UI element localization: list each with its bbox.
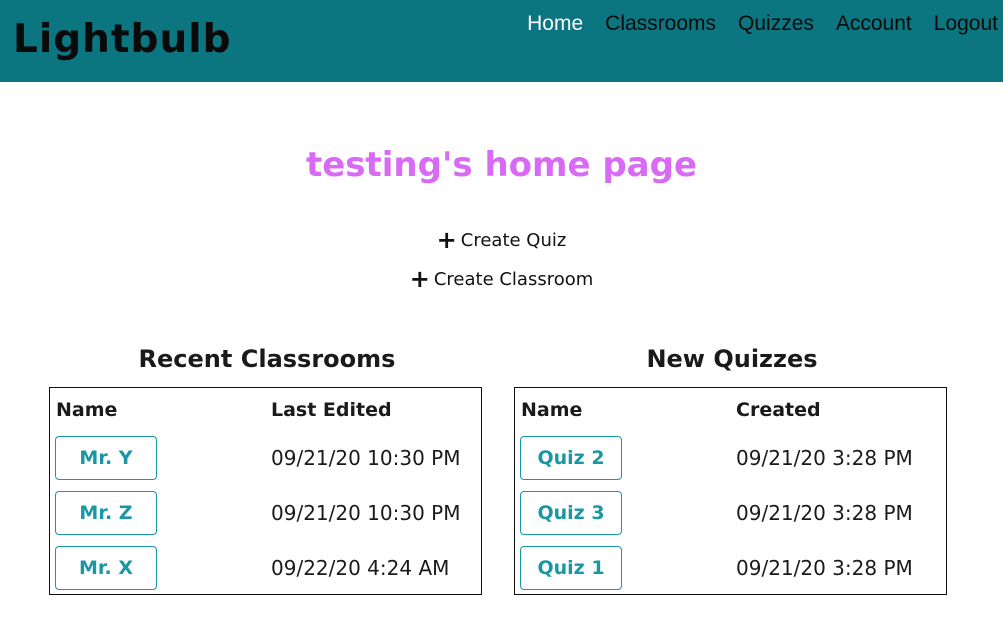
classroom-button-mr-x[interactable]: Mr. X: [55, 546, 157, 590]
classroom-date: 09/21/20 10:30 PM: [271, 501, 461, 525]
column-header-created: Created: [736, 399, 821, 421]
table-row: Mr. X 09/22/20 4:24 AM: [50, 546, 481, 591]
nav-links: Home Classrooms Quizzes Account Logout: [527, 12, 998, 36]
classroom-date: 09/21/20 10:30 PM: [271, 446, 461, 470]
quiz-date: 09/21/20 3:28 PM: [736, 446, 913, 470]
new-quizzes-table: Name Created Quiz 2 09/21/20 3:28 PM Qui…: [514, 387, 947, 595]
table-row: Quiz 3 09/21/20 3:28 PM: [515, 491, 946, 536]
nav-home[interactable]: Home: [527, 12, 583, 36]
new-quizzes-title: New Quizzes: [646, 345, 818, 373]
nav-classrooms[interactable]: Classrooms: [605, 12, 716, 36]
quick-actions: + Create Quiz + Create Classroom: [0, 226, 1003, 308]
page-title: testing's home page: [305, 145, 698, 185]
quiz-button-quiz-3[interactable]: Quiz 3: [520, 491, 622, 535]
plus-icon: +: [436, 226, 457, 254]
column-header-name: Name: [521, 399, 583, 421]
quiz-date: 09/21/20 3:28 PM: [736, 501, 913, 525]
quiz-button-quiz-1[interactable]: Quiz 1: [520, 546, 622, 590]
create-quiz-link[interactable]: + Create Quiz: [0, 226, 1003, 254]
classroom-date: 09/22/20 4:24 AM: [271, 556, 450, 580]
plus-icon: +: [409, 265, 430, 293]
table-row: Quiz 1 09/21/20 3:28 PM: [515, 546, 946, 591]
column-header-last-edited: Last Edited: [271, 399, 392, 421]
quiz-date: 09/21/20 3:28 PM: [736, 556, 913, 580]
nav-logout[interactable]: Logout: [934, 12, 998, 36]
nav-quizzes[interactable]: Quizzes: [738, 12, 814, 36]
create-quiz-label: Create Quiz: [460, 230, 567, 251]
classroom-button-mr-z[interactable]: Mr. Z: [55, 491, 157, 535]
nav-account[interactable]: Account: [836, 12, 912, 36]
table-row: Mr. Y 09/21/20 10:30 PM: [50, 436, 481, 481]
table-row: Quiz 2 09/21/20 3:28 PM: [515, 436, 946, 481]
brand-logo[interactable]: Lightbulb: [13, 16, 232, 64]
navbar: Lightbulb Home Classrooms Quizzes Accoun…: [0, 0, 1003, 82]
classroom-button-mr-y[interactable]: Mr. Y: [55, 436, 157, 480]
recent-classrooms-title: Recent Classrooms: [138, 345, 396, 373]
create-classroom-label: Create Classroom: [433, 269, 594, 290]
quiz-button-quiz-2[interactable]: Quiz 2: [520, 436, 622, 480]
table-row: Mr. Z 09/21/20 10:30 PM: [50, 491, 481, 536]
column-header-name: Name: [56, 399, 118, 421]
recent-classrooms-table: Name Last Edited Mr. Y 09/21/20 10:30 PM…: [49, 387, 482, 595]
create-classroom-link[interactable]: + Create Classroom: [0, 265, 1003, 293]
